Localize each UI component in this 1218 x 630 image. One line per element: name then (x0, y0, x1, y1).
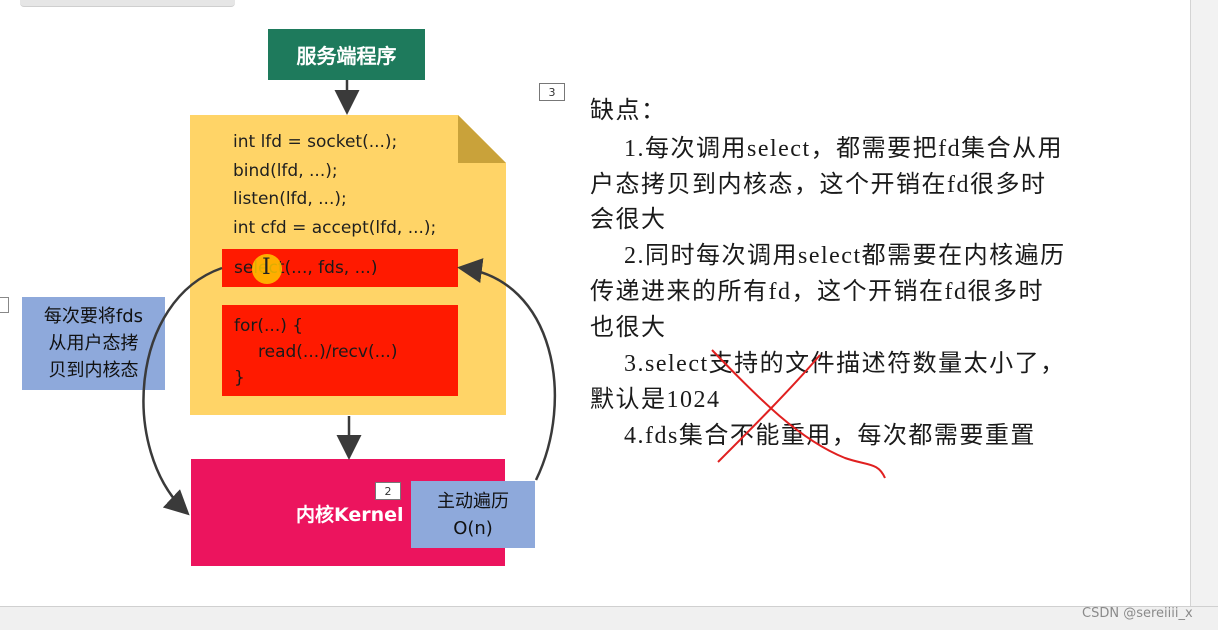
kernel-label: 内核Kernel (296, 504, 404, 526)
notes-title: 缺点： (590, 98, 667, 124)
notes-line: 传递进来的所有fd，这个开销在fd很多时 (590, 279, 1044, 305)
notes-line: 默认是1024 (590, 387, 721, 413)
note-line: 每次要将fds (43, 306, 144, 327)
note-line: 主动遍历 (437, 490, 509, 512)
left-edge-marker (0, 297, 9, 313)
notes-line: 2.同时每次调用select都需要在内核遍历 (624, 243, 1066, 269)
top-tab (20, 0, 235, 7)
notes-line: 4.fds集合不能重用，每次都需要重置 (624, 423, 1036, 449)
notes-line: 3.select支持的文件描述符数量太小了， (624, 351, 1066, 377)
notes-line: 会很大 (590, 207, 667, 233)
server-program-box: 服务端程序 (268, 29, 425, 80)
text-cursor-icon: I (262, 255, 271, 280)
read-loop-box: for(...) { read(...)/recv(...) } (222, 305, 458, 396)
note-line: 从用户态拷 (48, 333, 139, 354)
notes-line: 也很大 (590, 315, 667, 341)
window-bottom-edge (0, 606, 1218, 630)
code-block: int lfd = socket(...); bind(lfd, ...); l… (233, 128, 436, 242)
notes-line: 1.每次调用select，都需要把fd集合从用 (624, 136, 1064, 162)
note-line: 贝到内核态 (48, 360, 139, 381)
active-traverse-note: 主动遍历 O(n) (411, 481, 535, 548)
code-line: listen(lfd, ...); (233, 189, 347, 209)
server-program-label: 服务端程序 (296, 44, 397, 68)
notes-line: 户态拷贝到内核态，这个开销在fd很多时 (590, 172, 1047, 198)
loop-line: } (234, 368, 245, 388)
copy-to-kernel-note: 每次要将fds 从用户态拷 贝到内核态 (22, 297, 165, 390)
watermark: CSDN @sereiiii_x (1082, 606, 1193, 621)
code-line: bind(lfd, ...); (233, 160, 338, 181)
slide-tag-3: 3 (539, 83, 565, 101)
note-line: O(n) (453, 517, 493, 539)
slide-tag-2: 2 (375, 482, 401, 500)
code-line: int lfd = socket(...); (233, 132, 398, 152)
code-line: int cfd = accept(lfd, ...); (233, 217, 437, 238)
loop-line: read(...)/recv(...) (258, 342, 398, 362)
loop-line: for(...) { (234, 316, 304, 336)
window-right-edge (1190, 0, 1218, 629)
